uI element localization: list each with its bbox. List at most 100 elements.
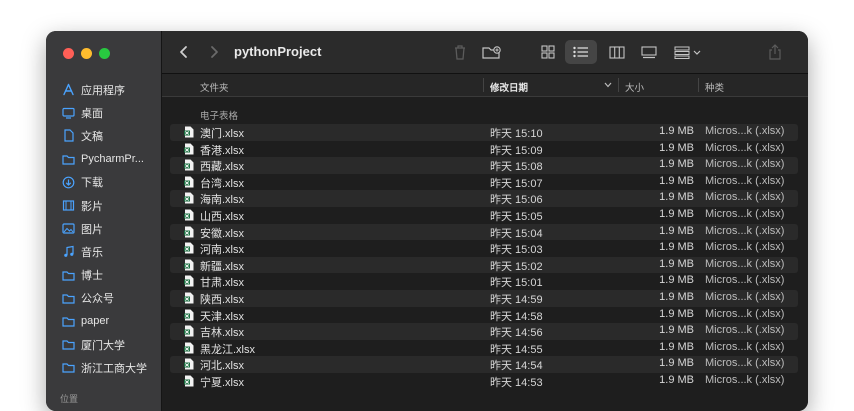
- file-kind: Micros...k (.xlsx): [705, 324, 785, 337]
- group-button[interactable]: [672, 40, 704, 64]
- photo-icon: [62, 222, 75, 235]
- sidebar-item[interactable]: 厦门大学: [46, 333, 161, 356]
- file-kind: Micros...k (.xlsx): [705, 373, 785, 386]
- column-date-header[interactable]: 修改日期: [490, 80, 528, 94]
- sidebar-item[interactable]: paper: [46, 310, 161, 333]
- file-name: 台湾.xlsx: [200, 177, 244, 190]
- file-row[interactable]: 甘肃.xlsx 昨天 15:01 1.9 MB Micros...k (.xlsx): [170, 273, 798, 290]
- file-name: 甘肃.xlsx: [200, 277, 244, 290]
- excel-file-icon: [184, 126, 194, 138]
- file-row[interactable]: 天津.xlsx 昨天 14:58 1.9 MB Micros...k (.xlsx): [170, 307, 798, 324]
- sidebar-item[interactable]: 图片: [46, 217, 161, 240]
- forward-button[interactable]: [204, 40, 224, 64]
- column-divider[interactable]: [483, 78, 484, 92]
- icon-view-button[interactable]: [538, 40, 558, 64]
- sidebar-item[interactable]: 影片: [46, 194, 161, 217]
- file-row[interactable]: 黑龙江.xlsx 昨天 14:55 1.9 MB Micros...k (.xlsx): [170, 340, 798, 357]
- sidebar-item-label: 文稿: [81, 130, 103, 143]
- column-divider[interactable]: [618, 78, 619, 92]
- file-name: 海南.xlsx: [200, 194, 244, 207]
- file-row[interactable]: 澳门.xlsx 昨天 15:10 1.9 MB Micros...k (.xlsx): [170, 124, 798, 141]
- list-view-button[interactable]: [565, 40, 597, 64]
- sidebar-item-label: 影片: [81, 200, 103, 213]
- file-size: 1.9 MB: [659, 174, 694, 187]
- folder-icon: [62, 269, 75, 282]
- group-icon: [674, 46, 701, 59]
- file-row[interactable]: 香港.xlsx 昨天 15:09 1.9 MB Micros...k (.xlsx): [170, 141, 798, 158]
- file-name: 香港.xlsx: [200, 144, 244, 157]
- share-icon: [769, 44, 781, 60]
- file-name: 新疆.xlsx: [200, 260, 244, 273]
- document-icon: [62, 129, 75, 143]
- file-date: 昨天 15:01: [490, 277, 543, 290]
- file-kind: Micros...k (.xlsx): [705, 224, 785, 237]
- column-kind-header[interactable]: 种类: [705, 80, 724, 94]
- sidebar-item[interactable]: 桌面: [46, 101, 161, 124]
- column-view-button[interactable]: [606, 40, 628, 64]
- sidebar-item-label: 公众号: [81, 293, 114, 306]
- file-date: 昨天 15:08: [490, 161, 543, 174]
- file-row[interactable]: 陕西.xlsx 昨天 14:59 1.9 MB Micros...k (.xlsx): [170, 289, 798, 307]
- music-icon: [62, 245, 75, 258]
- sidebar-item[interactable]: 应用程序: [46, 78, 161, 101]
- minimize-button[interactable]: [81, 48, 92, 59]
- file-date: 昨天 14:54: [490, 360, 543, 373]
- file-size: 1.9 MB: [659, 241, 694, 254]
- file-kind: Micros...k (.xlsx): [705, 125, 785, 137]
- sidebar-item[interactable]: 浙江工商大学: [46, 356, 161, 379]
- file-size: 1.9 MB: [659, 274, 694, 287]
- sidebar-item-label: PycharmPr...: [81, 153, 144, 166]
- sidebar-item[interactable]: PycharmPr...: [46, 148, 161, 171]
- folder-icon: [62, 315, 75, 328]
- file-size: 1.9 MB: [659, 257, 694, 270]
- excel-file-icon: [184, 159, 194, 171]
- file-kind: Micros...k (.xlsx): [705, 174, 785, 187]
- gallery-view-button[interactable]: [638, 40, 660, 64]
- share-button[interactable]: [765, 40, 785, 64]
- sidebar-item[interactable]: 文稿: [46, 124, 161, 147]
- group-label: 电子表格: [200, 111, 239, 122]
- file-name: 西藏.xlsx: [200, 161, 244, 174]
- file-row[interactable]: 宁夏.xlsx 昨天 14:53 1.9 MB Micros...k (.xlsx): [170, 373, 798, 390]
- sidebar-item-label: 音乐: [81, 246, 103, 259]
- sidebar-item[interactable]: 公众号: [46, 287, 161, 310]
- folder-icon: [62, 338, 75, 351]
- file-row[interactable]: 吉林.xlsx 昨天 14:56 1.9 MB Micros...k (.xlsx): [170, 323, 798, 340]
- file-row[interactable]: 台湾.xlsx 昨天 15:07 1.9 MB Micros...k (.xlsx): [170, 174, 798, 191]
- close-button[interactable]: [63, 48, 74, 59]
- sidebar-item[interactable]: 博士: [46, 264, 161, 287]
- file-row[interactable]: 山西.xlsx 昨天 15:05 1.9 MB Micros...k (.xlsx): [170, 207, 798, 224]
- file-date: 昨天 15:05: [490, 210, 543, 223]
- back-button[interactable]: [174, 40, 194, 64]
- file-date: 昨天 15:02: [490, 260, 543, 273]
- file-row[interactable]: 安徽.xlsx 昨天 15:04 1.9 MB Micros...k (.xlsx): [170, 223, 798, 241]
- file-row[interactable]: 海南.xlsx 昨天 15:06 1.9 MB Micros...k (.xlsx): [170, 190, 798, 207]
- zoom-button[interactable]: [99, 48, 110, 59]
- file-row[interactable]: 西藏.xlsx 昨天 15:08 1.9 MB Micros...k (.xlsx): [170, 157, 798, 174]
- file-row[interactable]: 河北.xlsx 昨天 14:54 1.9 MB Micros...k (.xlsx): [170, 356, 798, 373]
- new-folder-button[interactable]: [480, 40, 504, 64]
- excel-file-icon: [184, 325, 194, 337]
- chevron-left-icon: [180, 46, 187, 58]
- file-date: 昨天 14:53: [490, 376, 543, 389]
- column-name-header[interactable]: 文件夹: [200, 80, 229, 94]
- file-kind: Micros...k (.xlsx): [705, 290, 785, 303]
- file-date: 昨天 15:07: [490, 177, 543, 190]
- sidebar-item-label: 桌面: [81, 107, 103, 120]
- file-date: 昨天 15:04: [490, 227, 543, 240]
- excel-file-icon: [184, 209, 194, 221]
- file-size: 1.9 MB: [659, 290, 694, 303]
- gallery-icon: [641, 45, 657, 58]
- finder-window: 应用程序桌面文稿 PycharmPr... 下载影片图片音乐博士公众号 paper 厦门…: [46, 31, 808, 411]
- download-icon: [62, 176, 75, 189]
- excel-file-icon: [184, 242, 194, 254]
- delete-button[interactable]: [450, 40, 470, 64]
- column-size-header[interactable]: 大小: [625, 80, 644, 94]
- column-divider[interactable]: [698, 78, 699, 92]
- sidebar-item[interactable]: 下载: [46, 171, 161, 194]
- file-date: 昨天 14:55: [490, 343, 543, 356]
- sidebar-list: 应用程序桌面文稿 PycharmPr... 下载影片图片音乐博士公众号 paper 厦门…: [46, 78, 161, 379]
- file-row[interactable]: 新疆.xlsx 昨天 15:02 1.9 MB Micros...k (.xlsx): [170, 256, 798, 274]
- file-row[interactable]: 河南.xlsx 昨天 15:03 1.9 MB Micros...k (.xlsx): [170, 240, 798, 257]
- sidebar-item[interactable]: 音乐: [46, 240, 161, 263]
